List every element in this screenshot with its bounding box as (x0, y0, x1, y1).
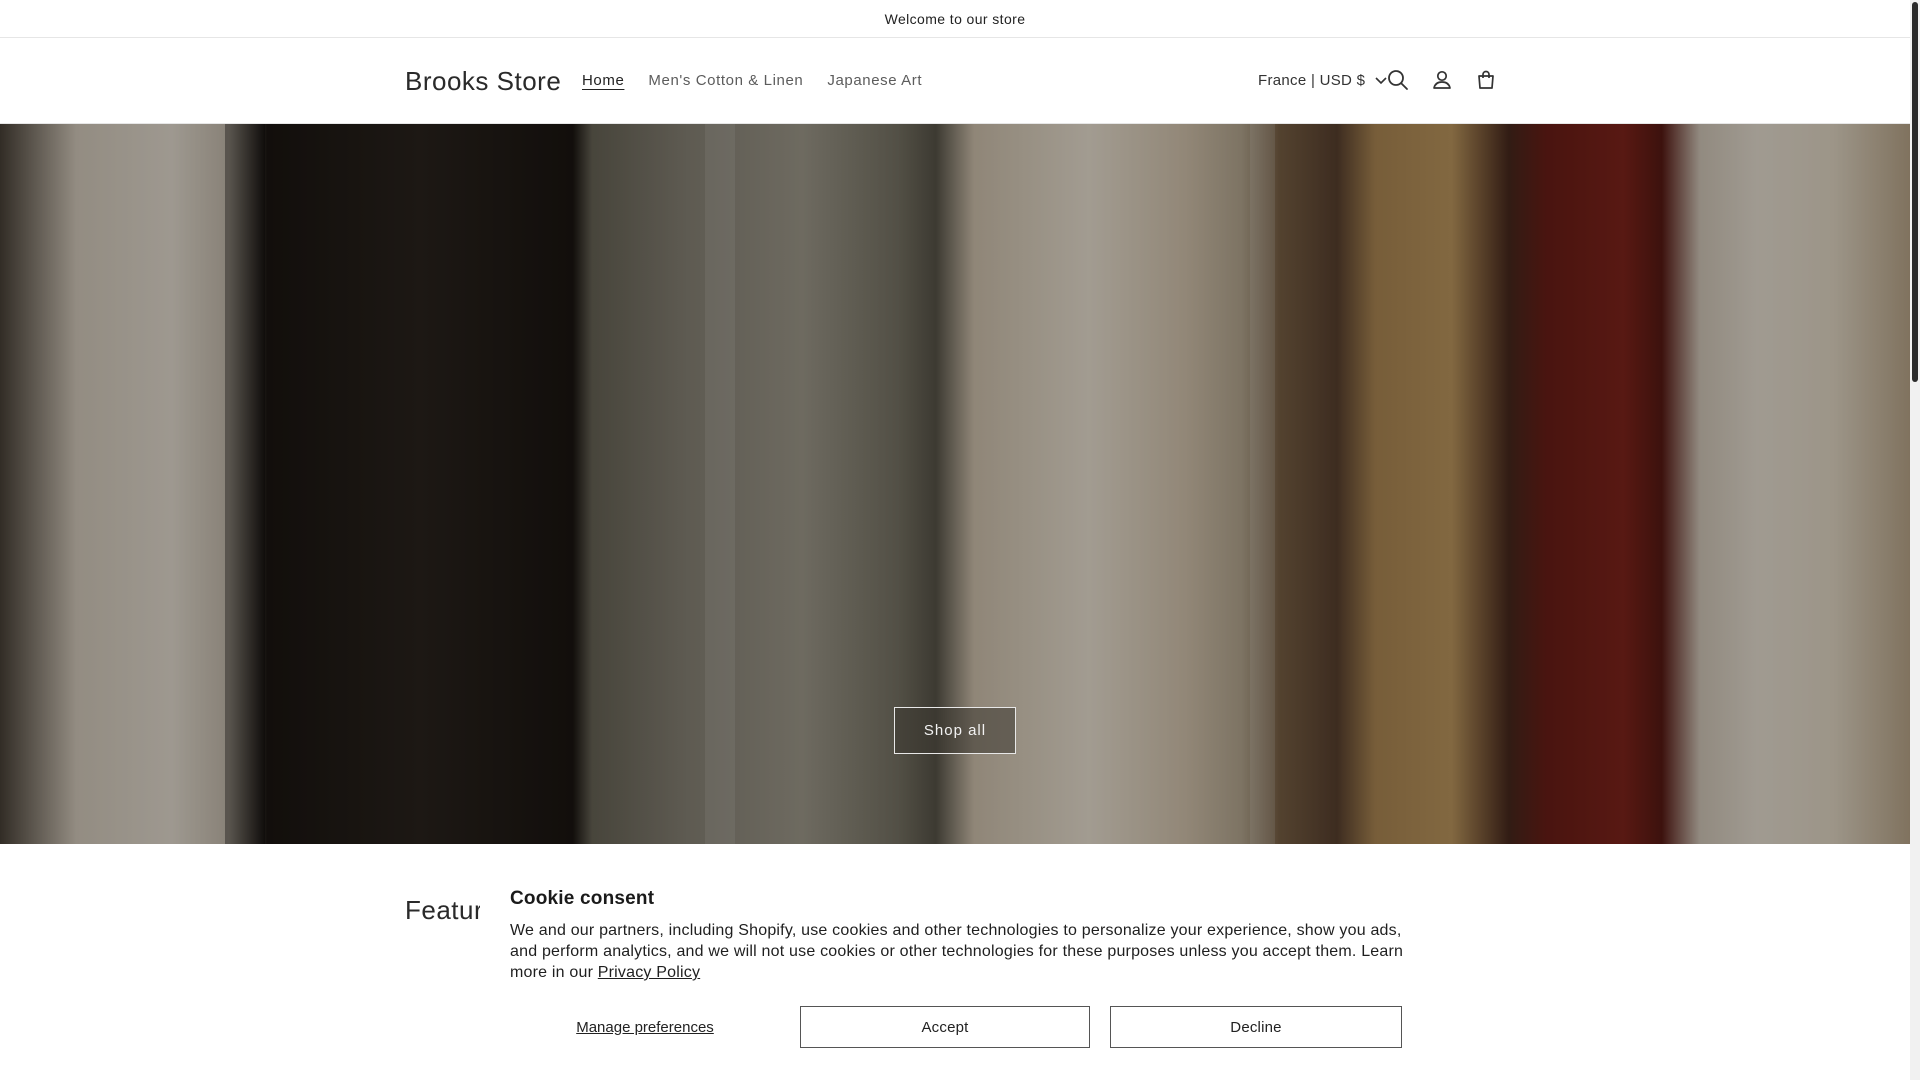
account-icon (1433, 70, 1451, 89)
cookie-consent-banner: Cookie consent We and our partners, incl… (480, 872, 1420, 1080)
hero-banner: Shop all (0, 124, 1910, 844)
cart-icon (1478, 70, 1494, 89)
search-button[interactable] (1384, 66, 1412, 94)
nav-item-japanese-art[interactable]: Japanese Art (815, 72, 934, 89)
privacy-policy-link[interactable]: Privacy Policy (598, 964, 700, 981)
shop-all-button[interactable]: Shop all (894, 707, 1016, 754)
announcement-bar: Welcome to our store (0, 0, 1910, 38)
announcement-text: Welcome to our store (884, 10, 1026, 27)
page-scrollbar[interactable] (1910, 0, 1920, 1080)
cookie-title: Cookie consent (510, 888, 655, 909)
nav-item-mens-cotton-linen[interactable]: Men's Cotton & Linen (636, 72, 815, 89)
cookie-body: We and our partners, including Shopify, … (510, 920, 1410, 983)
scrollbar-thumb[interactable] (1912, 2, 1918, 382)
cart-button[interactable] (1472, 66, 1500, 94)
manage-preferences-button[interactable]: Manage preferences (510, 1006, 780, 1048)
decline-button[interactable]: Decline (1110, 1006, 1402, 1048)
site-header: Brooks Store Home Men's Cotton & Linen J… (0, 38, 1910, 124)
country-selector[interactable]: France | USD $ (1258, 72, 1387, 89)
nav-item-home[interactable]: Home (570, 72, 636, 89)
accept-button[interactable]: Accept (800, 1006, 1090, 1048)
country-selector-label: France | USD $ (1258, 72, 1366, 89)
main-nav: Home Men's Cotton & Linen Japanese Art (570, 72, 934, 89)
store-logo[interactable]: Brooks Store (405, 66, 561, 97)
account-button[interactable] (1428, 66, 1456, 94)
cookie-actions: Manage preferences Accept Decline (510, 1006, 1402, 1048)
search-icon (1388, 70, 1408, 90)
